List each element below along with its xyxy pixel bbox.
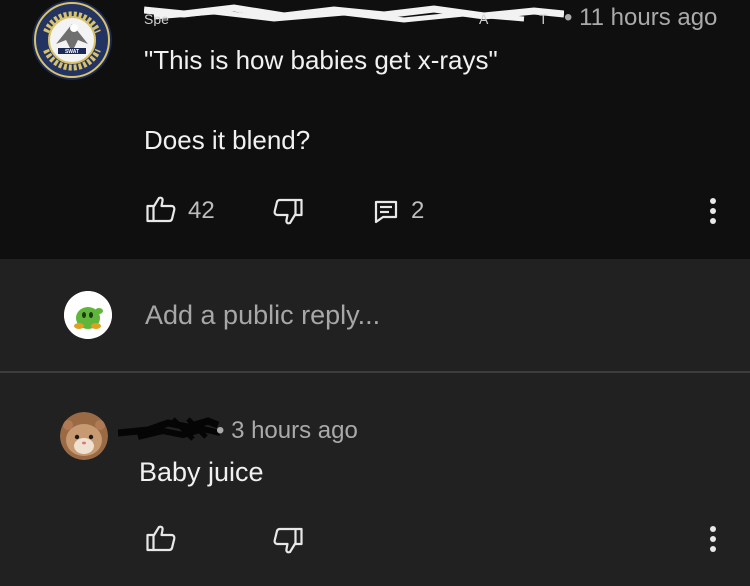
more-vertical-icon[interactable]	[709, 526, 717, 557]
comment-thread: SWAT Spe A T • 11 hours ago "This is how…	[0, 0, 750, 259]
svg-text:Spe: Spe	[144, 11, 169, 26]
reply-input-row: Add a public reply...	[0, 259, 750, 371]
comment-time: • 11 hours ago	[564, 4, 718, 31]
thumbs-up-icon[interactable]	[146, 195, 176, 228]
thumbs-down-icon[interactable]	[273, 198, 303, 231]
reply-input[interactable]: Add a public reply...	[145, 300, 380, 331]
comment-reply-icon[interactable]	[374, 200, 398, 229]
comment-actions	[0, 519, 750, 559]
avatar[interactable]	[60, 412, 108, 460]
redaction-scribble	[118, 417, 221, 441]
like-count: 42	[188, 197, 215, 224]
more-vertical-icon[interactable]	[709, 198, 717, 229]
user-avatar[interactable]	[64, 291, 112, 339]
comment-text-line1: "This is how babies get x-rays"	[144, 45, 498, 75]
comment-meta: Spe A T • 11 hours ago	[144, 4, 744, 34]
comment-time: • 3 hours ago	[216, 417, 358, 444]
svg-text:T: T	[539, 11, 548, 26]
redaction-scribble: Spe A T	[144, 4, 564, 26]
comment-meta: • 3 hours ago	[118, 415, 438, 449]
thumbs-down-icon[interactable]	[273, 527, 303, 560]
reply-count: 2	[411, 197, 425, 224]
svg-text:A: A	[479, 11, 489, 26]
svg-text:SWAT: SWAT	[65, 49, 79, 55]
reply-comment: • 3 hours ago Baby juice	[0, 373, 750, 586]
comment-actions: 42 2	[0, 191, 750, 231]
thumbs-up-icon[interactable]	[146, 524, 176, 557]
comment-text-line2: Does it blend?	[144, 125, 311, 155]
comment-text: Baby juice	[139, 457, 264, 487]
avatar[interactable]: SWAT	[32, 0, 112, 80]
